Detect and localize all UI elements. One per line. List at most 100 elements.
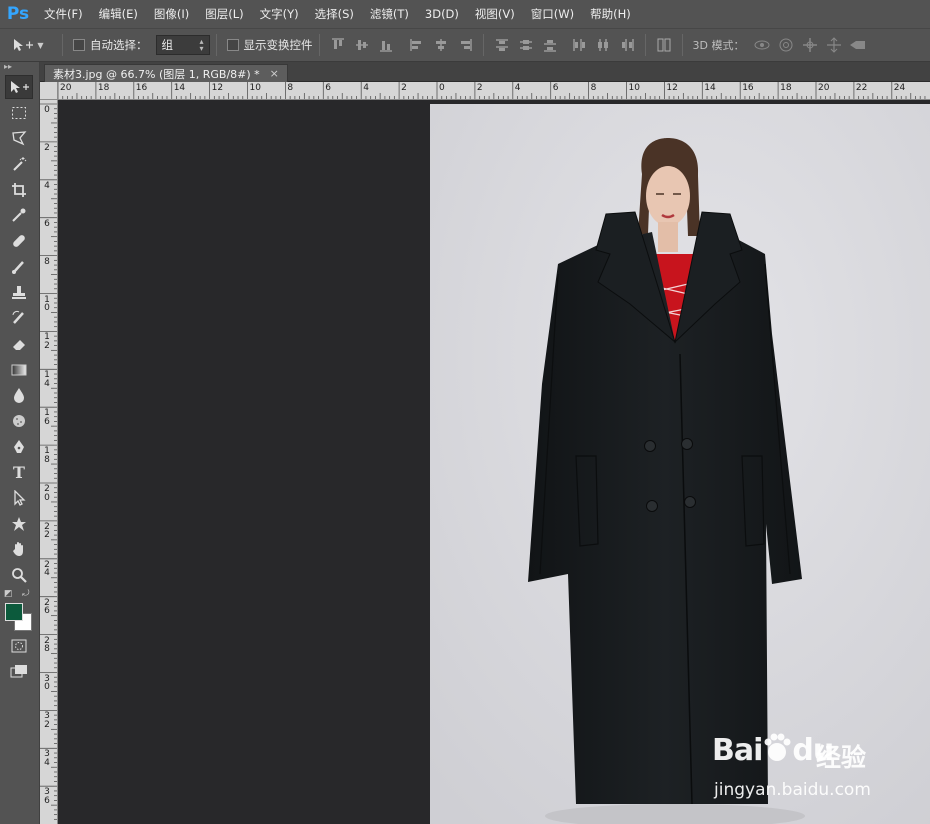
align-top-icon <box>331 38 344 49</box>
eyedropper-tool[interactable] <box>5 203 33 227</box>
ruler-label: 2 <box>44 142 50 153</box>
ruler-label: 16 <box>44 408 50 427</box>
foreground-color-swatch[interactable] <box>5 602 23 621</box>
quick-mask-button[interactable] <box>5 634 33 658</box>
menu-image[interactable]: 图像(I) <box>146 6 197 22</box>
dodge-tool[interactable] <box>5 409 33 433</box>
move-tool-icon <box>11 81 29 93</box>
show-transform-controls-checkbox[interactable] <box>226 39 239 51</box>
distribute-bottom-edges-button[interactable] <box>541 36 559 54</box>
history-brush-icon <box>12 311 24 325</box>
color-swatches: ◩ ⤾ <box>0 589 40 633</box>
ruler-label: 10 <box>249 83 261 93</box>
ruler-label: 34 <box>44 749 50 768</box>
ruler-label: 14 <box>44 370 50 389</box>
blur-tool[interactable] <box>5 383 33 407</box>
history-brush-tool[interactable] <box>5 306 33 330</box>
image-canvas[interactable] <box>430 104 930 824</box>
ruler-label: 0 <box>44 105 50 115</box>
align-bottom-edges-button[interactable] <box>377 36 395 54</box>
align-right-edges-button[interactable] <box>456 36 474 54</box>
align-vcenter-icon <box>355 40 368 50</box>
distribute-right-edges-button[interactable] <box>618 36 636 54</box>
scale-3d-icon <box>850 41 866 49</box>
menu-type[interactable]: 文字(Y) <box>252 6 307 22</box>
menu-edit[interactable]: 编辑(E) <box>91 6 146 22</box>
close-icon[interactable]: × <box>270 67 279 80</box>
quick-mask-icon <box>11 639 27 653</box>
auto-select-target-dropdown[interactable]: 组 ▴ ▾ <box>155 35 210 55</box>
ruler-label: 6 <box>325 83 332 93</box>
menu-view[interactable]: 视图(V) <box>467 6 523 22</box>
ruler-origin[interactable] <box>40 82 58 100</box>
horizontal-ruler-ticks <box>58 82 926 99</box>
lasso-tool[interactable] <box>5 126 33 150</box>
ruler-label: 4 <box>363 83 369 93</box>
hand-icon <box>13 542 23 557</box>
menu-help[interactable]: 帮助(H) <box>582 6 639 22</box>
brush-tool[interactable] <box>5 255 33 279</box>
align-vertical-centers-button[interactable] <box>353 36 371 54</box>
distribute-horizontal-centers-button[interactable] <box>594 36 612 54</box>
menu-select[interactable]: 选择(S) <box>307 6 362 22</box>
eraser-tool[interactable] <box>5 332 33 356</box>
ruler-label: 28 <box>44 635 50 655</box>
screen-mode-button[interactable] <box>5 659 33 683</box>
menu-layer[interactable]: 图层(L) <box>197 6 251 22</box>
auto-align-layers-button[interactable] <box>655 36 673 54</box>
show-transform-controls-label: 显示变换控件 <box>243 38 313 52</box>
sponge-icon <box>13 414 25 427</box>
horizontal-ruler[interactable]: 20 18 16 14 12 10 8 6 4 2 0 2 4 6 8 10 12 14 16 18 20 22 24 <box>58 82 930 100</box>
type-tool[interactable]: T <box>5 460 33 484</box>
3d-roll-button[interactable] <box>777 36 795 54</box>
3d-scale-button[interactable] <box>849 36 867 54</box>
menu-window[interactable]: 窗口(W) <box>523 6 582 22</box>
move-tool[interactable] <box>5 75 33 99</box>
pen-tool[interactable] <box>5 435 33 459</box>
roll-3d-icon <box>779 38 793 52</box>
panel-collapse-icon[interactable]: ▸▸ <box>0 62 39 74</box>
ruler-label: 10 <box>628 83 640 93</box>
gradient-tool[interactable] <box>5 358 33 382</box>
ruler-label: 20 <box>60 83 72 93</box>
zoom-tool[interactable] <box>5 563 33 587</box>
marquee-tool[interactable] <box>5 101 33 125</box>
3d-pan-button[interactable] <box>801 36 819 54</box>
auto-align-icon <box>657 38 670 52</box>
crop-tool[interactable] <box>5 178 33 202</box>
vertical-ruler[interactable]: 0 2 4 6 8 10 12 14 16 18 20 22 24 26 28 30 32 34 36 <box>40 100 58 824</box>
distribute-left-edges-button[interactable] <box>570 36 588 54</box>
ruler-label: 18 <box>780 83 792 93</box>
distribute-vertical-centers-button[interactable] <box>517 36 535 54</box>
clone-stamp-tool[interactable] <box>5 281 33 305</box>
align-left-edges-button[interactable] <box>408 36 426 54</box>
hand-tool[interactable] <box>5 537 33 561</box>
default-colors-icon[interactable]: ◩ <box>4 589 13 599</box>
align-horizontal-centers-button[interactable] <box>432 36 450 54</box>
ruler-label: 6 <box>552 83 559 93</box>
document-tab-title: 素材3.jpg @ 66.7% (图层 1, RGB/8#) * <box>53 67 260 81</box>
ruler-label: 8 <box>44 256 50 267</box>
menu-filter[interactable]: 滤镜(T) <box>362 6 417 22</box>
3d-slide-button[interactable] <box>825 36 843 54</box>
ruler-label: 2 <box>401 83 407 93</box>
ruler-label: 4 <box>44 180 50 191</box>
ruler-label: 4 <box>514 83 521 93</box>
ruler-label: 24 <box>893 83 906 93</box>
distribute-top-edges-button[interactable] <box>493 36 511 54</box>
ruler-label: 18 <box>97 83 110 93</box>
swap-colors-icon[interactable]: ⤾ <box>22 589 30 599</box>
custom-shape-tool[interactable] <box>5 512 33 536</box>
document-tab[interactable]: 素材3.jpg @ 66.7% (图层 1, RGB/8#) * × <box>44 64 288 82</box>
path-selection-tool[interactable] <box>5 486 33 510</box>
menu-3d[interactable]: 3D(D) <box>417 7 467 21</box>
healing-brush-tool[interactable] <box>5 229 33 253</box>
tool-preset-picker[interactable]: ▼ <box>0 33 56 57</box>
document-tab-bar: 素材3.jpg @ 66.7% (图层 1, RGB/8#) * × <box>40 62 930 82</box>
3d-rotate-button[interactable] <box>753 36 771 54</box>
crop-icon <box>12 182 26 197</box>
magic-wand-tool[interactable] <box>5 152 33 176</box>
auto-select-checkbox[interactable] <box>73 39 85 51</box>
menu-file[interactable]: 文件(F) <box>36 6 91 22</box>
align-top-edges-button[interactable] <box>329 36 347 54</box>
